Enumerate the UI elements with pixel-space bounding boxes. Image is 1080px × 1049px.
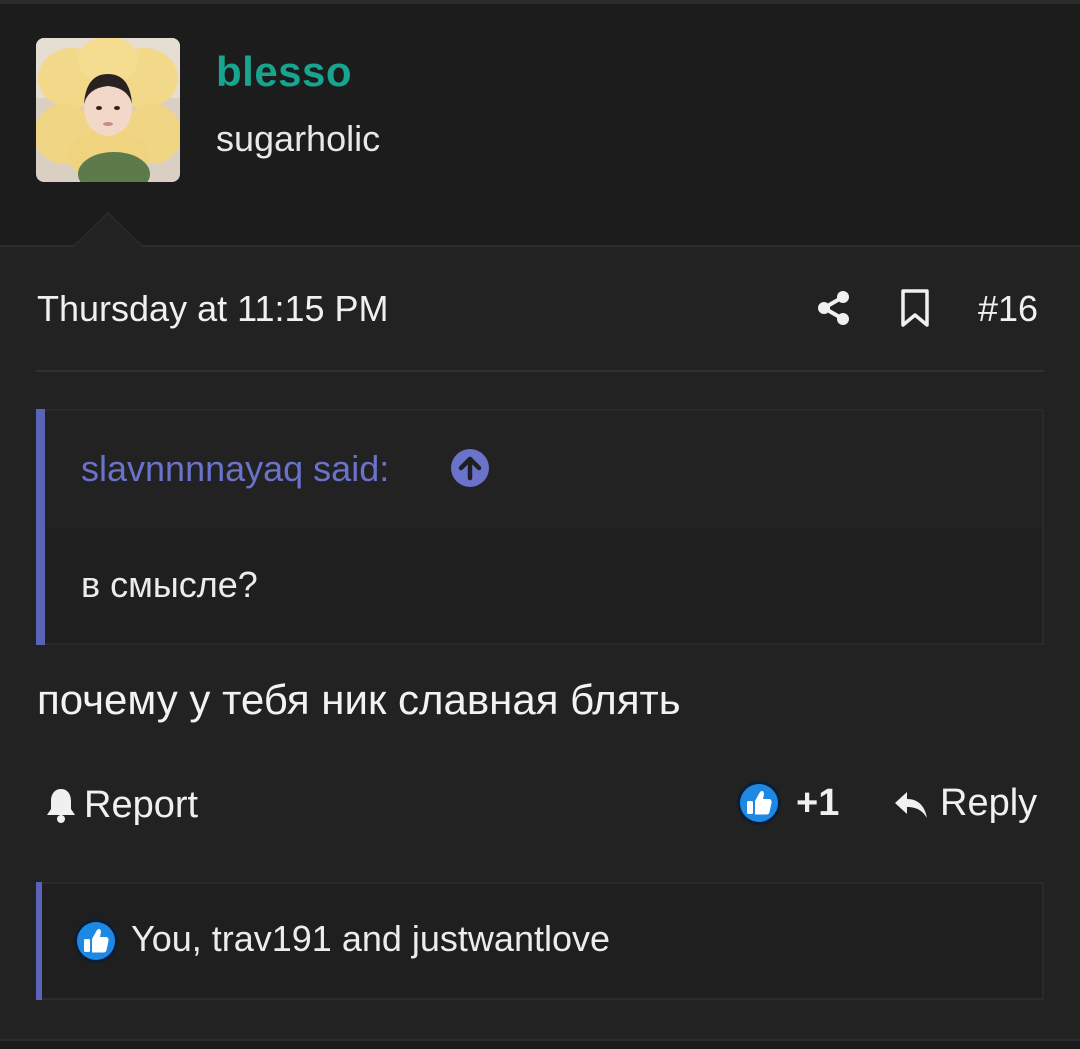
- user-avatar[interactable]: [36, 38, 180, 182]
- thumbs-up-icon: [737, 781, 781, 825]
- quote-author[interactable]: slavnnnnayaq said:: [81, 448, 389, 490]
- pointer-arrow: [74, 214, 142, 247]
- quote-accent-bar: [36, 409, 45, 645]
- post-number[interactable]: #16: [978, 288, 1038, 330]
- like-count: +1: [796, 781, 840, 824]
- bottom-divider: [0, 1039, 1080, 1049]
- header-divider: [0, 245, 1080, 247]
- thumbs-up-icon: [74, 919, 118, 963]
- quote-text: в смысле?: [81, 564, 258, 605]
- forum-post: blesso sugarholic Thursday at 11:15 PM #…: [0, 0, 1080, 1049]
- avatar-image: [36, 38, 180, 182]
- reactions-summary[interactable]: You, trav191 and justwantlove: [131, 918, 610, 960]
- share-icon: [818, 291, 849, 325]
- reply-icon: [895, 791, 927, 818]
- quote-jump-button[interactable]: [450, 448, 490, 488]
- bookmark-icon: [901, 289, 929, 327]
- reply-label: Reply: [940, 782, 1038, 824]
- arrow-up-circle-icon: [451, 449, 489, 487]
- report-button[interactable]: Report: [44, 782, 198, 828]
- post-date[interactable]: Thursday at 11:15 PM: [37, 288, 389, 330]
- post-message: почему у тебя ник славная блять: [37, 676, 681, 723]
- bookmark-button[interactable]: [898, 288, 932, 328]
- meta-divider: [36, 370, 1044, 372]
- bell-icon: [47, 789, 75, 823]
- reactions-thumbs-up-icon: [73, 918, 119, 964]
- report-label: Report: [84, 783, 199, 826]
- username[interactable]: blesso: [216, 48, 352, 96]
- like-button[interactable]: +1: [736, 780, 839, 826]
- user-title: sugarholic: [216, 118, 381, 159]
- reply-button[interactable]: Reply: [892, 782, 1037, 825]
- share-button[interactable]: [816, 288, 852, 328]
- reactions-accent-bar: [36, 882, 42, 1000]
